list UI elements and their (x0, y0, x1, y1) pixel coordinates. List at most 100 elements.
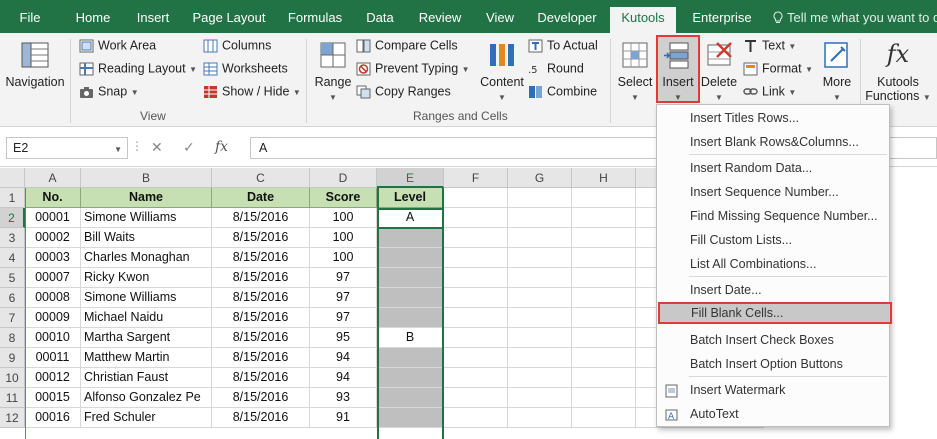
column-header-h[interactable]: H (572, 168, 636, 188)
empty-cell[interactable] (572, 328, 636, 348)
row-header[interactable]: 10 (0, 368, 25, 388)
column-header-e[interactable]: E (377, 168, 444, 188)
empty-cell[interactable] (508, 288, 572, 308)
empty-cell[interactable] (508, 268, 572, 288)
empty-cell[interactable] (508, 408, 572, 428)
cell-level[interactable] (377, 388, 444, 408)
tab-file[interactable]: File (8, 0, 52, 33)
cell-score[interactable]: 94 (310, 368, 377, 388)
content-button[interactable]: Content ▼ (478, 39, 526, 103)
menu-item-fill-blank-cells[interactable]: Fill Blank Cells... (658, 302, 892, 324)
cell-no[interactable]: 00016 (25, 408, 81, 428)
cell-level[interactable] (377, 248, 444, 268)
tab-data[interactable]: Data (358, 0, 402, 33)
kutools-functions-button[interactable]: fx Kutools Functions ▼ (862, 39, 934, 103)
empty-cell[interactable] (508, 308, 572, 328)
empty-cell[interactable] (572, 348, 636, 368)
cell-level[interactable] (377, 308, 444, 328)
row-header[interactable]: 9 (0, 348, 25, 368)
cell-score[interactable]: 100 (310, 208, 377, 228)
empty-cell[interactable] (572, 308, 636, 328)
tab-page-layout[interactable]: Page Layout (186, 0, 272, 33)
empty-cell[interactable] (572, 248, 636, 268)
empty-cell[interactable] (444, 188, 508, 208)
table-header-cell[interactable]: No. (25, 188, 81, 208)
empty-cell[interactable] (508, 388, 572, 408)
menu-item-batch-insert-check-boxes[interactable]: Batch Insert Check Boxes (657, 329, 889, 351)
cell-score[interactable]: 93 (310, 388, 377, 408)
delete-button[interactable]: Delete ▼ (700, 39, 738, 103)
select-button[interactable]: Select ▼ (615, 39, 655, 103)
row-header[interactable]: 11 (0, 388, 25, 408)
cell-no[interactable]: 00009 (25, 308, 81, 328)
row-header[interactable]: 5 (0, 268, 25, 288)
text-button[interactable]: Text ▼ (743, 38, 796, 53)
cell-score[interactable]: 97 (310, 308, 377, 328)
empty-cell[interactable] (444, 408, 508, 428)
empty-cell[interactable] (444, 308, 508, 328)
tab-enterprise[interactable]: Enterprise (684, 0, 760, 33)
row-header[interactable]: 1 (0, 188, 25, 208)
compare-cells-button[interactable]: Compare Cells (356, 38, 458, 53)
tab-view[interactable]: View (478, 0, 522, 33)
cell-level[interactable]: A (377, 208, 444, 228)
cell-date[interactable]: 8/15/2016 (212, 208, 310, 228)
to-actual-button[interactable]: To Actual (528, 38, 598, 53)
cell-name[interactable]: Ricky Kwon (81, 268, 212, 288)
row-header[interactable]: 12 (0, 408, 25, 428)
work-area-button[interactable]: Work Area (79, 38, 156, 53)
table-header-cell[interactable]: Name (81, 188, 212, 208)
table-header-cell[interactable]: Score (310, 188, 377, 208)
chevron-down-icon[interactable]: ▼ (114, 145, 122, 154)
menu-item-insert-random-data[interactable]: Insert Random Data... (657, 157, 889, 179)
cell-name[interactable]: Martha Sargent (81, 328, 212, 348)
cell-date[interactable]: 8/15/2016 (212, 328, 310, 348)
cell-date[interactable]: 8/15/2016 (212, 388, 310, 408)
columns-button[interactable]: Columns (203, 38, 271, 53)
cell-date[interactable]: 8/15/2016 (212, 268, 310, 288)
empty-cell[interactable] (572, 388, 636, 408)
combine-button[interactable]: Combine (528, 84, 597, 99)
cell-score[interactable]: 94 (310, 348, 377, 368)
round-button[interactable]: .5 Round (528, 61, 584, 76)
column-header-d[interactable]: D (310, 168, 377, 188)
column-header-c[interactable]: C (212, 168, 310, 188)
empty-cell[interactable] (572, 228, 636, 248)
cell-level[interactable] (377, 408, 444, 428)
cell-no[interactable]: 00008 (25, 288, 81, 308)
reading-layout-button[interactable]: Reading Layout ▼ (79, 61, 197, 76)
cell-no[interactable]: 00003 (25, 248, 81, 268)
empty-cell[interactable] (444, 328, 508, 348)
show-hide-button[interactable]: Show / Hide ▼ (203, 84, 301, 99)
table-header-cell[interactable]: Level (377, 188, 444, 208)
cell-name[interactable]: Christian Faust (81, 368, 212, 388)
empty-cell[interactable] (444, 388, 508, 408)
cell-level[interactable] (377, 348, 444, 368)
cell-level[interactable] (377, 268, 444, 288)
row-header[interactable]: 4 (0, 248, 25, 268)
cell-no[interactable]: 00011 (25, 348, 81, 368)
empty-cell[interactable] (444, 248, 508, 268)
empty-cell[interactable] (508, 348, 572, 368)
menu-item-fill-custom-lists[interactable]: Fill Custom Lists... (657, 229, 889, 251)
cancel-icon[interactable]: ✕ (151, 139, 163, 156)
empty-cell[interactable] (444, 228, 508, 248)
cell-no[interactable]: 00001 (25, 208, 81, 228)
cell-score[interactable]: 100 (310, 248, 377, 268)
cell-name[interactable]: Charles Monaghan (81, 248, 212, 268)
cell-date[interactable]: 8/15/2016 (212, 408, 310, 428)
empty-cell[interactable] (508, 188, 572, 208)
row-header[interactable]: 7 (0, 308, 25, 328)
cell-level[interactable] (377, 228, 444, 248)
more-button[interactable]: More ▼ (817, 39, 857, 103)
empty-cell[interactable] (572, 188, 636, 208)
menu-item-insert-sequence-number[interactable]: Insert Sequence Number... (657, 181, 889, 203)
empty-cell[interactable] (444, 368, 508, 388)
menu-item-autotext[interactable]: A AutoText (657, 403, 889, 425)
tab-formulas[interactable]: Formulas (280, 0, 350, 33)
snap-button[interactable]: Snap ▼ (79, 84, 139, 99)
empty-cell[interactable] (508, 328, 572, 348)
empty-cell[interactable] (444, 288, 508, 308)
cell-level[interactable] (377, 368, 444, 388)
cell-score[interactable]: 95 (310, 328, 377, 348)
